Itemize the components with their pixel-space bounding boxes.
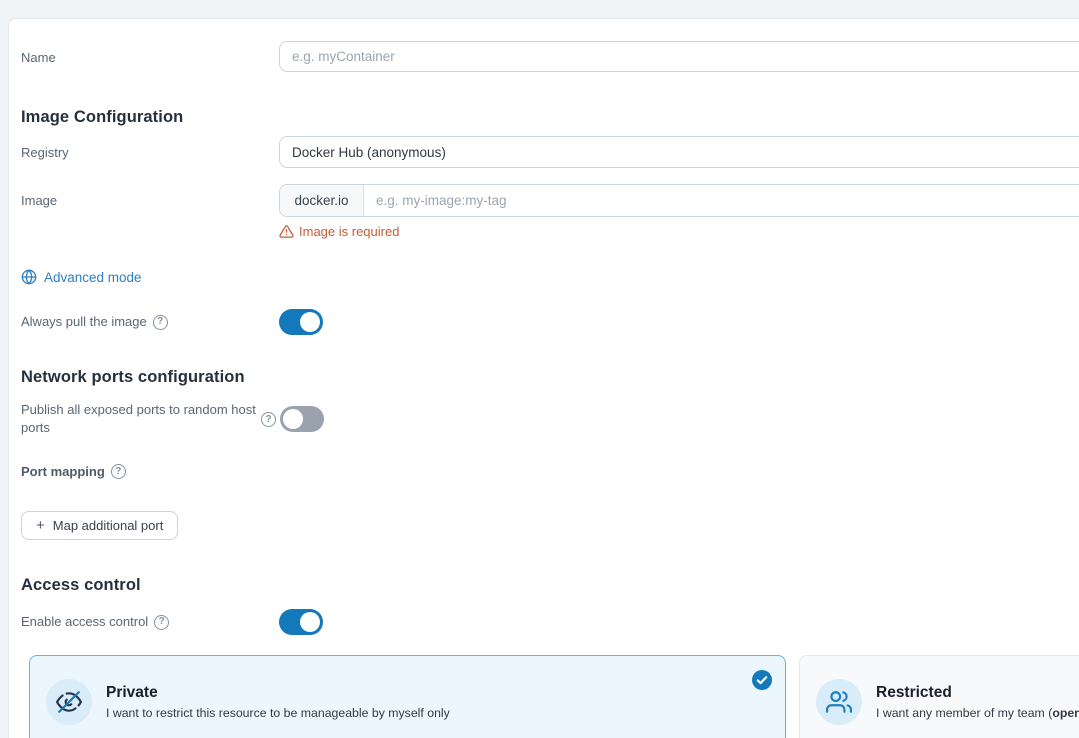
private-title: Private (106, 683, 158, 701)
restricted-description: I want any member of my team (open (876, 705, 1079, 720)
private-description: I want to restrict this resource to be m… (106, 705, 450, 720)
registry-row: Registry Docker Hub (anonymous) (21, 136, 1079, 168)
map-additional-port-label: Map additional port (52, 518, 164, 534)
access-option-restricted[interactable]: Restricted I want any member of my team … (799, 655, 1079, 738)
registry-select[interactable]: Docker Hub (anonymous) (279, 136, 1079, 168)
port-mapping-label-row: Port mapping ? (21, 464, 126, 480)
publish-ports-row: Publish all exposed ports to random host… (21, 401, 1079, 437)
port-mapping-help-icon[interactable]: ? (110, 464, 126, 480)
always-pull-help-icon[interactable]: ? (152, 314, 168, 330)
warning-triangle-icon (279, 225, 294, 238)
port-mapping-label: Port mapping (21, 464, 105, 480)
restricted-icon-circle (816, 678, 862, 725)
advanced-mode-link[interactable]: Advanced mode (21, 269, 142, 285)
private-icon-circle (46, 678, 92, 725)
image-input-group: docker.io (279, 184, 1079, 217)
enable-access-row: Enable access control ? (21, 609, 1079, 636)
plus-icon: + (36, 517, 45, 535)
image-label: Image (21, 193, 58, 208)
globe-icon (21, 269, 37, 285)
eye-off-icon (56, 691, 82, 713)
registry-selected-value: Docker Hub (anonymous) (292, 144, 446, 160)
selected-check-icon (752, 670, 772, 691)
ownership-cards: Private I want to restrict this resource… (29, 655, 1079, 738)
name-label: Name (21, 50, 56, 65)
image-error-text: Image is required (299, 224, 400, 239)
restricted-title: Restricted (876, 683, 952, 701)
publish-ports-toggle[interactable] (280, 406, 324, 433)
access-option-private[interactable]: Private I want to restrict this resource… (29, 655, 786, 738)
always-pull-toggle[interactable] (279, 309, 323, 335)
publish-ports-help-icon[interactable]: ? (261, 411, 276, 427)
image-error: Image is required (279, 224, 1079, 239)
name-input[interactable] (279, 41, 1079, 72)
access-control-heading: Access control (21, 576, 141, 595)
map-additional-port-button[interactable]: + Map additional port (21, 511, 179, 541)
form-panel: Name Image Configuration Registry Docker… (8, 18, 1079, 738)
users-icon (826, 691, 852, 713)
advanced-mode-label: Advanced mode (44, 269, 142, 285)
always-pull-row: Always pull the image ? (21, 309, 1079, 335)
name-row: Name (21, 41, 1079, 72)
enable-access-help-icon[interactable]: ? (154, 614, 170, 630)
registry-label: Registry (21, 145, 69, 160)
image-input[interactable] (364, 185, 1079, 216)
always-pull-label: Always pull the image (21, 313, 147, 329)
enable-access-toggle[interactable] (279, 609, 323, 636)
publish-ports-label: Publish all exposed ports to random host… (21, 402, 256, 436)
image-configuration-heading: Image Configuration (21, 108, 184, 126)
image-registry-prefix: docker.io (280, 185, 364, 216)
enable-access-label: Enable access control (21, 614, 149, 630)
image-row: Image docker.io (21, 184, 1079, 217)
network-ports-heading: Network ports configuration (21, 368, 245, 386)
